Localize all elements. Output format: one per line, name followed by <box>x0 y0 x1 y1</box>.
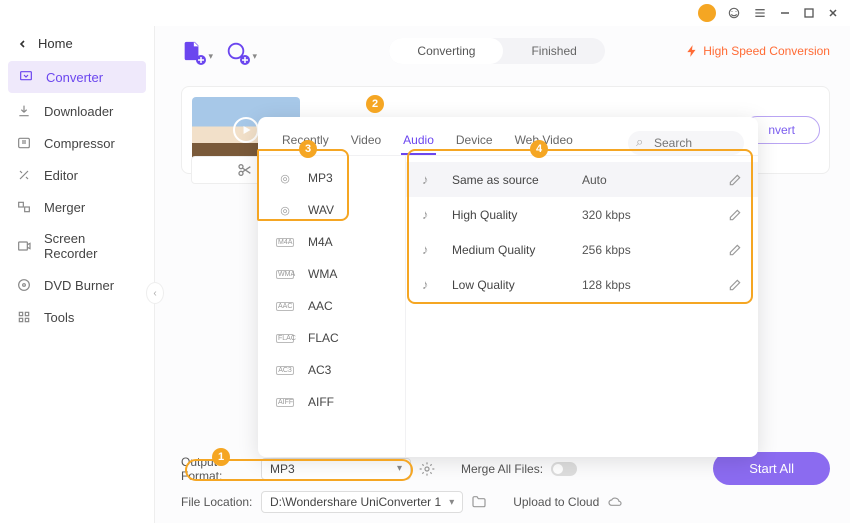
output-format-value: MP3 <box>270 462 295 476</box>
back-home-button[interactable]: Home <box>0 32 154 55</box>
sidebar-item-label: Tools <box>44 310 74 325</box>
tab-recently[interactable]: Recently <box>272 125 339 155</box>
sidebar-item-downloader[interactable]: Downloader <box>0 95 154 127</box>
menu-icon[interactable] <box>752 5 768 21</box>
minimize-button[interactable] <box>778 6 792 20</box>
format-badge: AC3 <box>276 366 294 375</box>
edit-icon[interactable] <box>728 278 742 292</box>
file-location-select[interactable]: D:\Wondershare UniConverter 1 ▾ <box>261 491 463 513</box>
format-badge: WMA <box>276 270 294 279</box>
format-badge: AAC <box>276 302 294 311</box>
edit-icon[interactable] <box>728 243 742 257</box>
note-icon: ♪ <box>422 207 438 222</box>
sidebar-item-converter[interactable]: Converter <box>8 61 146 93</box>
dvd-icon <box>16 277 32 293</box>
tools-icon <box>16 309 32 325</box>
merge-label: Merge All Files: <box>461 462 543 476</box>
cloud-icon[interactable] <box>607 494 623 510</box>
support-icon[interactable] <box>726 5 742 21</box>
close-button[interactable] <box>826 6 840 20</box>
disc-icon: ◎ <box>276 204 294 217</box>
output-format-select[interactable]: MP3 ▾ <box>261 458 411 480</box>
upload-cloud-label: Upload to Cloud <box>513 495 599 509</box>
sidebar-item-label: DVD Burner <box>44 278 114 293</box>
format-badge: AIFF <box>276 398 294 407</box>
hsc-label: High Speed Conversion <box>703 44 830 58</box>
edit-icon[interactable] <box>728 173 742 187</box>
sidebar: Home Converter Downloader Compressor Edi… <box>0 26 155 523</box>
sidebar-item-merger[interactable]: Merger <box>0 191 154 223</box>
edit-icon[interactable] <box>728 208 742 222</box>
note-icon: ♪ <box>422 172 438 187</box>
recorder-icon <box>16 238 32 254</box>
format-popover: Recently Video Audio Device Web Video ◎M… <box>258 117 758 457</box>
sidebar-item-label: Converter <box>46 70 103 85</box>
search-input[interactable] <box>628 131 744 155</box>
tab-web-video[interactable]: Web Video <box>505 125 583 155</box>
status-toggle: Converting Finished <box>389 38 604 64</box>
editor-icon <box>16 167 32 183</box>
sidebar-item-tools[interactable]: Tools <box>0 301 154 333</box>
sidebar-item-label: Compressor <box>44 136 115 151</box>
chevron-left-icon <box>18 39 28 49</box>
disc-icon: ◎ <box>276 172 294 185</box>
sidebar-item-label: Editor <box>44 168 78 183</box>
settings-icon[interactable] <box>419 461 435 477</box>
sidebar-item-screen-recorder[interactable]: Screen Recorder <box>0 223 154 269</box>
quality-row-source[interactable]: ♪ Same as source Auto <box>406 162 758 197</box>
bolt-icon <box>685 44 699 58</box>
sidebar-item-label: Merger <box>44 200 85 215</box>
output-format-label: Output Format: <box>181 455 253 483</box>
add-file-button[interactable]: ▾ <box>181 40 203 62</box>
note-icon: ♪ <box>422 242 438 257</box>
note-icon: ♪ <box>422 277 438 292</box>
format-item-wma[interactable]: WMAWMA <box>258 258 405 290</box>
quality-row-high[interactable]: ♪ High Quality 320 kbps <box>406 197 758 232</box>
add-dvd-button[interactable]: ▾ <box>225 40 247 62</box>
sidebar-item-compressor[interactable]: Compressor <box>0 127 154 159</box>
sidebar-item-label: Screen Recorder <box>44 231 138 261</box>
file-location-value: D:\Wondershare UniConverter 1 <box>270 495 441 509</box>
quality-list: ♪ Same as source Auto ♪ High Quality 320… <box>406 156 758 457</box>
quality-row-low[interactable]: ♪ Low Quality 128 kbps <box>406 267 758 302</box>
format-item-mp3[interactable]: ◎MP3 <box>258 162 405 194</box>
merger-icon <box>16 199 32 215</box>
download-icon <box>16 103 32 119</box>
format-item-wav[interactable]: ◎WAV <box>258 194 405 226</box>
format-list: ◎MP3 ◎WAV M4AM4A WMAWMA AACAAC FLACFLAC … <box>258 156 406 457</box>
sidebar-item-dvd-burner[interactable]: DVD Burner <box>0 269 154 301</box>
high-speed-conversion-button[interactable]: High Speed Conversion <box>685 44 830 58</box>
format-badge: FLAC <box>276 334 294 343</box>
format-item-ac3[interactable]: AC3AC3 <box>258 354 405 386</box>
format-item-flac[interactable]: FLACFLAC <box>258 322 405 354</box>
maximize-button[interactable] <box>802 6 816 20</box>
sidebar-collapse-handle[interactable]: ‹ <box>146 282 164 304</box>
file-location-label: File Location: <box>181 495 253 509</box>
tab-device[interactable]: Device <box>446 125 503 155</box>
folder-icon[interactable] <box>471 494 487 510</box>
tab-converting[interactable]: Converting <box>389 38 503 64</box>
format-item-aiff[interactable]: AIFFAIFF <box>258 386 405 418</box>
home-label: Home <box>38 36 73 51</box>
format-badge: M4A <box>276 238 294 247</box>
merge-toggle[interactable] <box>551 462 577 476</box>
format-item-m4a[interactable]: M4AM4A <box>258 226 405 258</box>
sidebar-item-label: Downloader <box>44 104 113 119</box>
converter-icon <box>18 69 34 85</box>
tab-audio[interactable]: Audio <box>393 125 444 155</box>
compressor-icon <box>16 135 32 151</box>
sidebar-item-editor[interactable]: Editor <box>0 159 154 191</box>
user-avatar[interactable] <box>698 4 716 22</box>
tab-video[interactable]: Video <box>341 125 391 155</box>
tab-finished[interactable]: Finished <box>503 38 604 64</box>
format-item-aac[interactable]: AACAAC <box>258 290 405 322</box>
quality-row-medium[interactable]: ♪ Medium Quality 256 kbps <box>406 232 758 267</box>
